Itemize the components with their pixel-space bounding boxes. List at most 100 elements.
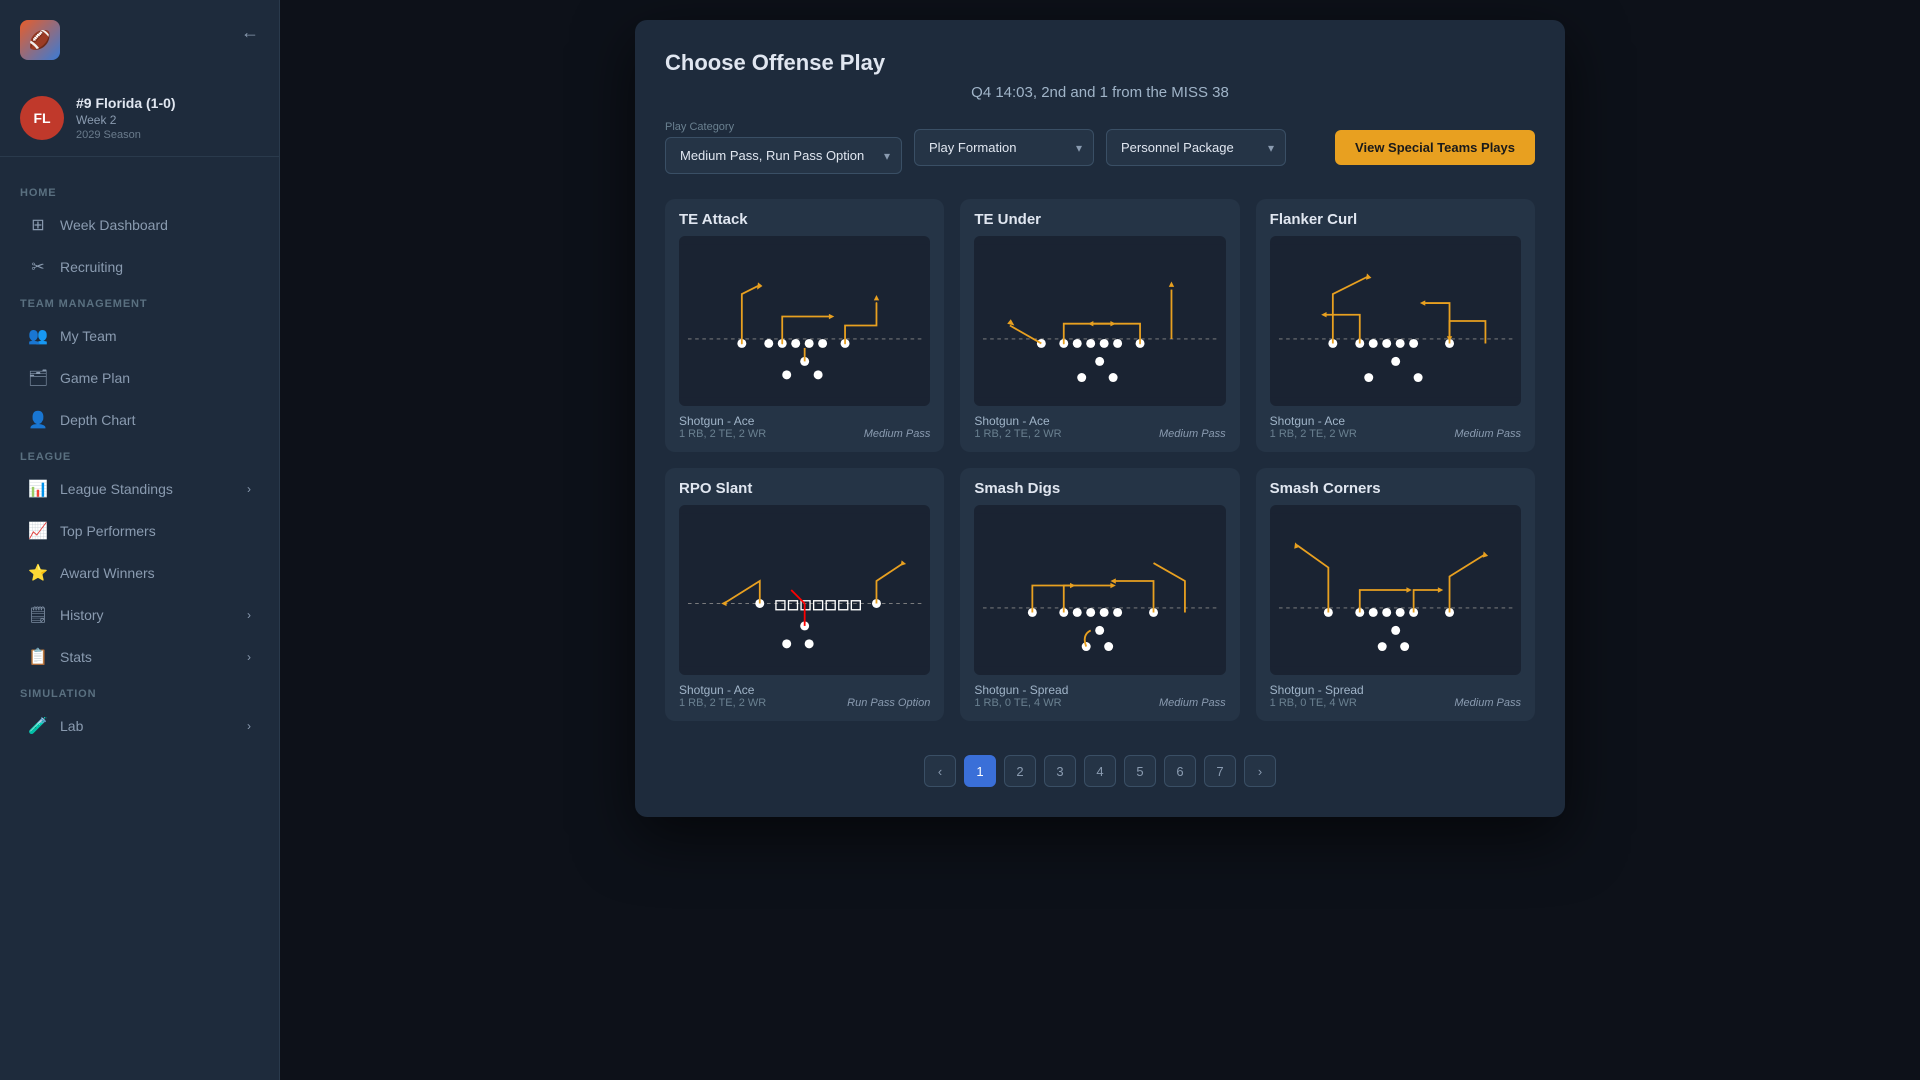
play-formation-select[interactable]: Play Formation Shotgun - Ace Shotgun - S… [914, 129, 1094, 166]
play-card-smash-corners[interactable]: Smash Corners [1256, 468, 1535, 721]
sidebar-item-label: Recruiting [60, 259, 123, 275]
sidebar-item-game-plan[interactable]: 🗂 Game Plan [8, 358, 271, 398]
sidebar-section-simulation: SIMULATION [0, 678, 279, 705]
play-card-footer: Shotgun - Ace 1 RB, 2 TE, 2 WR Medium Pa… [1256, 406, 1535, 452]
sidebar-item-my-team[interactable]: 👥 My Team [8, 316, 271, 356]
play-formation-name: Shotgun - Spread [974, 683, 1068, 697]
team-info: FL #9 Florida (1-0) Week 2 2029 Season [0, 80, 279, 157]
play-formation-info: Shotgun - Ace 1 RB, 2 TE, 2 WR [1270, 414, 1357, 440]
play-formation-name: Shotgun - Ace [974, 414, 1061, 428]
play-formation-info: Shotgun - Ace 1 RB, 2 TE, 2 WR [974, 414, 1061, 440]
play-personnel: 1 RB, 0 TE, 4 WR [1270, 697, 1364, 709]
lab-icon: 🧪 [28, 716, 48, 736]
play-title: TE Attack [665, 199, 944, 236]
sidebar-item-label: Depth Chart [60, 412, 135, 428]
sidebar-item-label: Game Plan [60, 370, 130, 386]
sidebar-section-team-mgmt: TEAM MANAGEMENT [0, 288, 279, 315]
pagination-page-3[interactable]: 3 [1044, 755, 1076, 787]
sidebar-collapse-button[interactable]: ← [241, 22, 259, 43]
modal-subtitle: Q4 14:03, 2nd and 1 from the MISS 38 [665, 84, 1535, 101]
modal-controls: Play Category Medium Pass, Run Pass Opti… [665, 121, 1535, 174]
sidebar-item-stats[interactable]: 📋 Stats › [8, 637, 271, 677]
team-season: 2029 Season [76, 129, 176, 141]
my-team-icon: 👥 [28, 326, 48, 346]
choose-offense-play-modal: Choose Offense Play Q4 14:03, 2nd and 1 … [635, 20, 1565, 817]
play-personnel: 1 RB, 2 TE, 2 WR [1270, 428, 1357, 440]
modal-title: Choose Offense Play [665, 50, 1535, 76]
sidebar-item-top-performers[interactable]: 📈 Top Performers [8, 511, 271, 551]
sidebar-section-home: HOME [0, 177, 279, 204]
play-card-te-attack[interactable]: TE Attack [665, 199, 944, 452]
chevron-right-icon: › [247, 482, 251, 496]
recruiting-icon: ✂ [28, 257, 48, 277]
top-performers-icon: 📈 [28, 521, 48, 541]
play-diagram-flanker-curl [1270, 236, 1521, 406]
pagination-prev[interactable]: ‹ [924, 755, 956, 787]
sidebar-item-label: Top Performers [60, 523, 156, 539]
chevron-right-icon: › [247, 719, 251, 733]
pagination-page-6[interactable]: 6 [1164, 755, 1196, 787]
play-card-smash-digs[interactable]: Smash Digs [960, 468, 1239, 721]
play-card-te-under[interactable]: TE Under [960, 199, 1239, 452]
stats-icon: 📋 [28, 647, 48, 667]
personnel-package-wrapper: Personnel Package 1 RB, 2 TE, 2 WR 1 RB,… [1106, 129, 1286, 166]
sidebar-item-label: Week Dashboard [60, 217, 168, 233]
team-week: Week 2 [76, 113, 176, 127]
play-card-rpo-slant[interactable]: RPO Slant [665, 468, 944, 721]
depth-chart-icon: 👤 [28, 410, 48, 430]
play-card-footer: Shotgun - Spread 1 RB, 0 TE, 4 WR Medium… [960, 675, 1239, 721]
play-formation-info: Shotgun - Spread 1 RB, 0 TE, 4 WR [1270, 683, 1364, 709]
play-formation-name: Shotgun - Ace [679, 683, 766, 697]
play-formation-wrapper: Play Formation Shotgun - Ace Shotgun - S… [914, 129, 1094, 166]
play-personnel: 1 RB, 2 TE, 2 WR [679, 428, 766, 440]
play-formation-info: Shotgun - Spread 1 RB, 0 TE, 4 WR [974, 683, 1068, 709]
play-card-footer: Shotgun - Ace 1 RB, 2 TE, 2 WR Run Pass … [665, 675, 944, 721]
pagination: ‹ 1 2 3 4 5 6 7 › [665, 745, 1535, 787]
sidebar-section-league: LEAGUE [0, 441, 279, 468]
view-special-teams-button[interactable]: View Special Teams Plays [1335, 130, 1535, 165]
history-icon: 🗒 [28, 605, 48, 625]
chevron-right-icon: › [247, 608, 251, 622]
pagination-page-7[interactable]: 7 [1204, 755, 1236, 787]
play-type-label: Medium Pass [1159, 697, 1226, 709]
play-diagram-te-attack [679, 236, 930, 406]
play-diagram-rpo-slant [679, 505, 930, 675]
play-personnel: 1 RB, 2 TE, 2 WR [974, 428, 1061, 440]
sidebar-item-award-winners[interactable]: ⭐ Award Winners [8, 553, 271, 593]
play-category-label: Play Category [665, 121, 902, 133]
pagination-next[interactable]: › [1244, 755, 1276, 787]
pagination-page-1[interactable]: 1 [964, 755, 996, 787]
sidebar-item-week-dashboard[interactable]: ⊞ Week Dashboard [8, 205, 271, 245]
play-diagram-smash-corners [1270, 505, 1521, 675]
team-details: #9 Florida (1-0) Week 2 2029 Season [76, 95, 176, 141]
avatar: FL [20, 96, 64, 140]
play-title: TE Under [960, 199, 1239, 236]
play-category-select[interactable]: Medium Pass, Run Pass Option Short Pass … [665, 137, 902, 174]
sidebar-item-lab[interactable]: 🧪 Lab › [8, 706, 271, 746]
personnel-package-select[interactable]: Personnel Package 1 RB, 2 TE, 2 WR 1 RB,… [1106, 129, 1286, 166]
sidebar-item-depth-chart[interactable]: 👤 Depth Chart [8, 400, 271, 440]
sidebar-item-label: Stats [60, 649, 92, 665]
play-formation-name: Shotgun - Spread [1270, 683, 1364, 697]
sidebar-item-label: History [60, 607, 104, 623]
play-card-flanker-curl[interactable]: Flanker Curl [1256, 199, 1535, 452]
play-title: Smash Digs [960, 468, 1239, 505]
sidebar: 🏈 ← FL #9 Florida (1-0) Week 2 2029 Seas… [0, 0, 280, 1080]
play-formation-name: Shotgun - Ace [679, 414, 766, 428]
play-title: RPO Slant [665, 468, 944, 505]
award-winners-icon: ⭐ [28, 563, 48, 583]
sidebar-item-recruiting[interactable]: ✂ Recruiting [8, 247, 271, 287]
play-card-footer: Shotgun - Ace 1 RB, 2 TE, 2 WR Medium Pa… [960, 406, 1239, 452]
play-formation-info: Shotgun - Ace 1 RB, 2 TE, 2 WR [679, 683, 766, 709]
pagination-page-4[interactable]: 4 [1084, 755, 1116, 787]
play-formation-control: Play Formation Shotgun - Ace Shotgun - S… [914, 129, 1094, 166]
pagination-page-5[interactable]: 5 [1124, 755, 1156, 787]
sidebar-item-history[interactable]: 🗒 History › [8, 595, 271, 635]
play-type-label: Medium Pass [1454, 428, 1521, 440]
sidebar-item-league-standings[interactable]: 📊 League Standings › [8, 469, 271, 509]
league-standings-icon: 📊 [28, 479, 48, 499]
pagination-page-2[interactable]: 2 [1004, 755, 1036, 787]
play-category-control: Play Category Medium Pass, Run Pass Opti… [665, 121, 902, 174]
play-diagram-te-under [974, 236, 1225, 406]
play-title: Flanker Curl [1256, 199, 1535, 236]
